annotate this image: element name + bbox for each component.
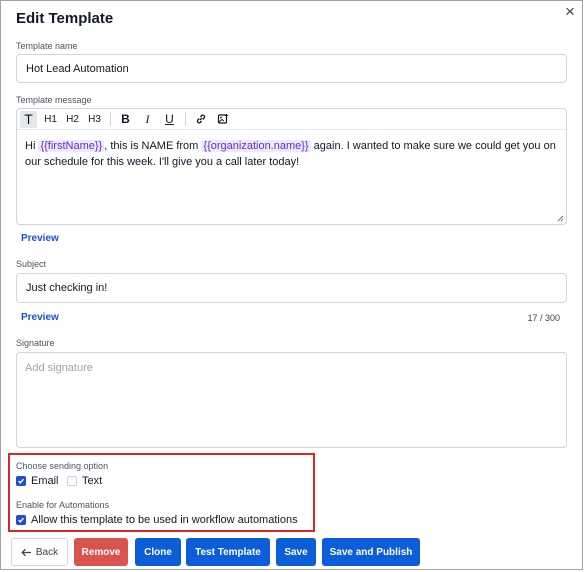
template-message-label: Template message <box>16 95 92 105</box>
message-editor[interactable]: T H1 H2 H3 B I U Hi {{firstName}} , this… <box>16 108 567 225</box>
subject-char-counter: 17 / 300 <box>527 313 560 323</box>
heading1-label: H1 <box>44 113 57 125</box>
text-format-label: T <box>24 111 33 127</box>
automations-checkbox[interactable] <box>16 515 26 525</box>
subject-input[interactable] <box>26 274 557 302</box>
message-body[interactable]: Hi {{firstName}}, this is NAME from {{or… <box>17 130 566 170</box>
bold-label: B <box>121 112 130 126</box>
checkmark-icon <box>18 478 25 484</box>
heading2-button[interactable]: H2 <box>64 111 81 128</box>
automations-option-label[interactable]: Allow this template to be used in workfl… <box>31 514 298 526</box>
underline-label: U <box>165 112 174 126</box>
back-label: Back <box>35 546 59 558</box>
subject-label: Subject <box>16 259 47 269</box>
merge-tag-organization: {{organization.name}} <box>201 140 311 152</box>
italic-label: I <box>145 111 150 126</box>
sending-option-label: Choose sending option <box>16 461 109 471</box>
signature-field[interactable] <box>16 352 567 448</box>
bold-button[interactable]: B <box>117 111 134 128</box>
checkmark-icon <box>18 517 25 523</box>
image-icon[interactable] <box>214 111 231 128</box>
template-name-input[interactable] <box>26 55 557 82</box>
message-text: Hi <box>25 140 39 152</box>
test-template-button[interactable]: Test Template <box>186 538 270 566</box>
close-icon[interactable]: × <box>562 3 578 20</box>
edit-template-dialog: Edit Template × Template name Template m… <box>0 0 583 570</box>
toolbar-divider <box>185 112 186 126</box>
heading3-button[interactable]: H3 <box>86 111 103 128</box>
message-text: , this is NAME from <box>104 140 202 152</box>
subject-field[interactable] <box>16 273 567 303</box>
heading3-label: H3 <box>88 113 101 125</box>
toolbar-divider <box>110 112 111 126</box>
text-option-label[interactable]: Text <box>82 475 102 487</box>
heading1-button[interactable]: H1 <box>42 111 59 128</box>
email-option-label[interactable]: Email <box>31 475 59 487</box>
arrow-left-icon <box>21 548 31 556</box>
message-preview-link[interactable]: Preview <box>21 233 59 244</box>
signature-label: Signature <box>16 338 55 348</box>
text-checkbox[interactable] <box>67 476 77 486</box>
resize-handle-icon[interactable] <box>556 214 564 222</box>
back-button[interactable]: Back <box>11 538 68 566</box>
italic-button[interactable]: I <box>139 111 156 128</box>
merge-tag-firstname: {{firstName}} <box>38 140 105 152</box>
save-and-publish-button[interactable]: Save and Publish <box>322 538 420 566</box>
text-format-button[interactable]: T <box>20 110 37 128</box>
remove-button[interactable]: Remove <box>74 538 128 566</box>
editor-toolbar: T H1 H2 H3 B I U <box>17 109 566 130</box>
template-name-field[interactable] <box>16 54 567 83</box>
subject-preview-link[interactable]: Preview <box>21 312 59 323</box>
signature-input[interactable] <box>25 362 558 438</box>
email-checkbox[interactable] <box>16 476 26 486</box>
dialog-title: Edit Template <box>16 10 114 27</box>
automations-label: Enable for Automations <box>16 500 110 510</box>
link-icon[interactable] <box>192 111 209 128</box>
heading2-label: H2 <box>66 113 79 125</box>
clone-button[interactable]: Clone <box>135 538 181 566</box>
template-name-label: Template name <box>16 41 78 51</box>
save-button[interactable]: Save <box>276 538 316 566</box>
underline-button[interactable]: U <box>161 111 178 128</box>
